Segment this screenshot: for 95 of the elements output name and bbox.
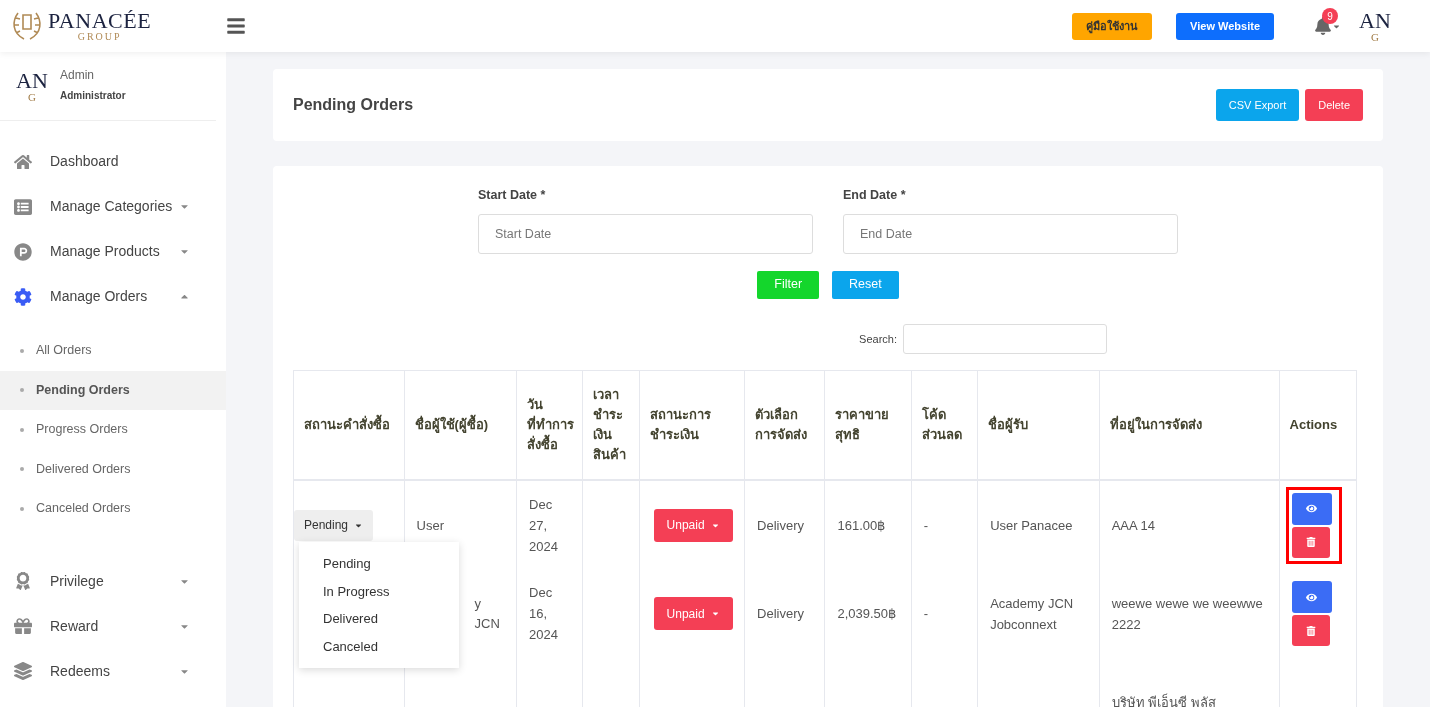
trash-icon — [1305, 537, 1316, 548]
payment-status-button[interactable]: Unpaid — [653, 508, 733, 542]
column-header: สถานะการชำระเงิน — [639, 370, 745, 481]
view-button[interactable] — [1291, 581, 1332, 614]
logo-title: PANACÉE — [48, 10, 152, 32]
sidebar-item-label: Dashboard — [50, 152, 120, 171]
date-field[interactable]: End Date — [843, 213, 1178, 254]
table-cell: Academy JCN Jobconnext — [990, 595, 1074, 632]
menu-icon[interactable] — [226, 16, 246, 36]
payment-status-button[interactable]: Unpaid — [653, 597, 733, 631]
sidebar-subitem[interactable]: Delivered Orders — [0, 449, 226, 489]
table-cell: User — [416, 517, 444, 533]
gear-icon — [12, 287, 34, 306]
sidebar-subitem[interactable]: All Orders — [0, 331, 226, 371]
column-header: เวลาชำระเงินสินค้า — [582, 370, 640, 481]
delete-button[interactable] — [1291, 526, 1330, 558]
trash-icon — [1305, 625, 1316, 636]
search-label: Search: — [859, 331, 897, 347]
sidebar-item-label: Manage Products — [50, 242, 161, 261]
logo-subtitle: GROUP — [77, 32, 122, 42]
eye-icon — [1306, 591, 1318, 603]
status-dropdown-button[interactable]: Pending — [294, 509, 374, 541]
sidebar-subitem-label: Canceled Orders — [36, 500, 131, 518]
table-cell: Delivery — [757, 606, 805, 621]
sidebar-item[interactable]: Dashboard — [0, 139, 226, 184]
column-header: ชื่อผู้รับ — [977, 370, 1100, 481]
page-title: Pending Orders — [293, 95, 415, 115]
avatar-subtext: G — [28, 91, 36, 103]
avatar-text: AN — [16, 69, 48, 92]
bullet-icon — [20, 348, 24, 353]
avatar-subtext: G — [1371, 31, 1379, 43]
sidebar-item[interactable]: Redeems — [0, 648, 226, 694]
profile-role: Administrator — [60, 89, 126, 103]
table-cell: User Panacee — [990, 517, 1073, 533]
page-action-button[interactable]: Delete — [1305, 89, 1363, 121]
view-button[interactable] — [1291, 492, 1332, 525]
status-menu-item[interactable]: Pending — [299, 550, 459, 578]
profile-name: Admin — [60, 67, 95, 84]
avatar-text: AN — [1359, 9, 1391, 32]
status-menu-item[interactable]: In Progress — [299, 577, 459, 606]
status-menu-item[interactable]: Canceled — [299, 632, 459, 661]
field-label: End Date * — [843, 187, 907, 204]
bullet-icon — [20, 427, 24, 432]
field-label: Start Date * — [478, 187, 547, 204]
table-cell: - — [923, 517, 929, 533]
sidebar-subitem-label: Pending Orders — [36, 381, 130, 399]
delete-button[interactable] — [1291, 615, 1330, 647]
sidebar-subitem[interactable]: Pending Orders — [0, 370, 226, 410]
column-header: ที่อยู่ในการจัดส่ง — [1099, 370, 1280, 481]
column-header: ตัวเลือกการจัดส่ง — [744, 370, 825, 481]
table-cell: Dec 16, 2024 — [529, 585, 558, 643]
sidebar-subitem[interactable]: Canceled Orders — [0, 489, 226, 529]
table-cell: - — [923, 606, 929, 621]
column-header: ราคาขายสุทธิ — [824, 370, 912, 481]
sidebar-subitem-label: All Orders — [36, 342, 92, 360]
bullet-icon — [20, 506, 24, 511]
table-cell: 161.00฿ — [837, 517, 886, 533]
table-cell: 2,039.50฿ — [837, 606, 897, 621]
column-header: ชื่อผู้ใช้(ผู้ซื้อ) — [404, 370, 517, 481]
list-icon — [12, 197, 34, 216]
table-cell: weewe wewe we weewwe 2222 — [1111, 595, 1263, 632]
bullet-icon — [20, 388, 24, 393]
bullet-icon — [20, 467, 24, 472]
sidebar-item[interactable]: Manage Products — [0, 229, 226, 274]
sidebar-item-label: Privilege — [50, 571, 105, 591]
gift-icon — [12, 617, 34, 635]
sidebar-item-label: Manage Orders — [50, 287, 149, 306]
guide-button[interactable]: คู่มือใช้งาน — [1072, 12, 1153, 40]
table-cell: Dec 27, 2024 — [529, 496, 558, 554]
sidebar-subitem-label: Progress Orders — [36, 421, 128, 439]
column-header: สถานะคำสั่งซื้อ — [293, 370, 404, 481]
notification-badge: 9 — [1322, 8, 1338, 24]
search-field[interactable] — [903, 323, 1107, 354]
sidebar-item[interactable]: Reward — [0, 603, 226, 649]
sidebar-item-label: Reward — [50, 616, 100, 636]
sidebar-item[interactable]: Manage Orders — [0, 274, 226, 319]
sidebar-subitem-label: Delivered Orders — [36, 460, 131, 478]
table-cell: y JCN — [474, 596, 500, 631]
column-header: วันที่ทำการสั่งซื้อ — [516, 370, 583, 481]
table-cell: บริษัท พีเอ็นซี พลัส — [1111, 695, 1216, 707]
layers-icon — [12, 662, 34, 680]
sidebar-item-label: Manage Categories — [50, 197, 174, 216]
home-icon — [12, 152, 34, 171]
view-website-button[interactable]: View Website — [1176, 12, 1274, 40]
status-menu-item[interactable]: Delivered — [299, 605, 459, 633]
sidebar-item[interactable]: Privilege — [0, 558, 226, 604]
eye-icon — [1306, 503, 1318, 515]
sidebar-item-label: Redeems — [50, 661, 111, 681]
sidebar-item[interactable]: Manage Categories — [0, 184, 226, 229]
table-cell: AAA 14 — [1111, 517, 1156, 533]
column-header: Actions — [1279, 370, 1357, 481]
date-field[interactable]: Start Date — [478, 213, 813, 254]
sidebar-subitem[interactable]: Progress Orders — [0, 410, 226, 450]
column-header: โค้ดส่วนลด — [911, 370, 978, 481]
table-cell: Delivery — [757, 517, 805, 533]
